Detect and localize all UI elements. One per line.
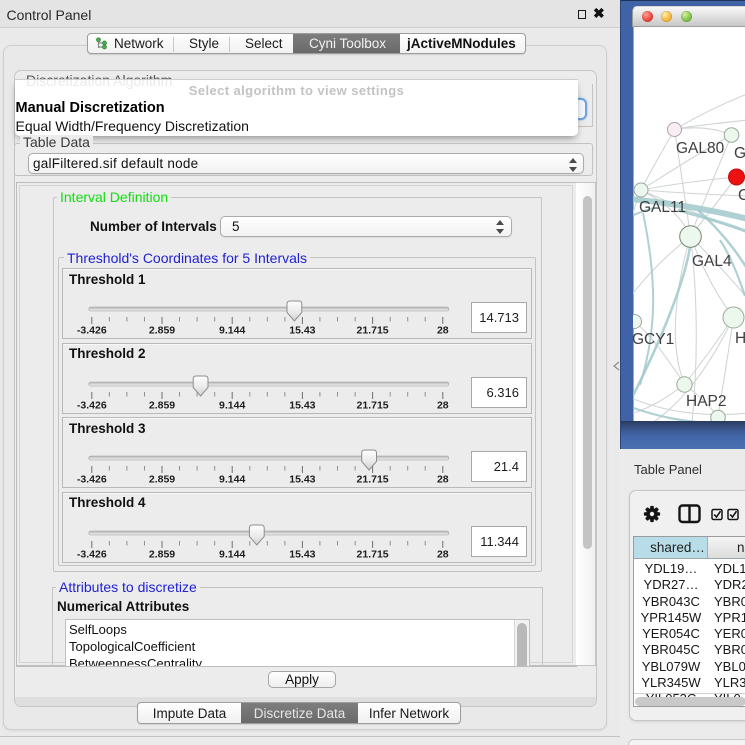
svg-text:9.144: 9.144 — [219, 399, 245, 411]
svg-text:GAL11: GAL11 — [639, 199, 686, 216]
svg-text:9.144: 9.144 — [219, 474, 245, 486]
svg-text:21.715: 21.715 — [357, 548, 389, 560]
svg-text:HAP2: HAP2 — [686, 393, 727, 410]
svg-text:28: 28 — [437, 325, 449, 337]
svg-text:HA: HA — [735, 330, 745, 347]
svg-text:28: 28 — [437, 399, 449, 411]
svg-text:GAL4: GAL4 — [692, 253, 732, 270]
svg-text:15.43: 15.43 — [289, 548, 315, 560]
svg-text:-3.426: -3.426 — [77, 325, 107, 337]
svg-text:15.43: 15.43 — [289, 325, 315, 337]
svg-text:15.43: 15.43 — [289, 399, 315, 411]
svg-text:-3.426: -3.426 — [77, 474, 107, 486]
svg-text:-3.426: -3.426 — [77, 399, 107, 411]
svg-text:21.715: 21.715 — [357, 474, 389, 486]
svg-text:2.859: 2.859 — [149, 548, 175, 560]
svg-text:2.859: 2.859 — [149, 399, 175, 411]
svg-text:-3.426: -3.426 — [77, 548, 107, 560]
svg-text:2.859: 2.859 — [149, 474, 175, 486]
svg-text:15.43: 15.43 — [289, 474, 315, 486]
svg-text:21.715: 21.715 — [357, 399, 389, 411]
svg-text:28: 28 — [437, 474, 449, 486]
svg-text:28: 28 — [437, 548, 449, 560]
svg-text:2.859: 2.859 — [149, 325, 175, 337]
svg-text:9.144: 9.144 — [219, 548, 245, 560]
svg-text:GA: GA — [734, 145, 745, 162]
svg-text:GCY1: GCY1 — [633, 331, 674, 348]
svg-text:21.715: 21.715 — [357, 325, 389, 337]
svg-text:GAL80: GAL80 — [676, 140, 725, 157]
svg-text:9.144: 9.144 — [219, 325, 245, 337]
svg-text:CY: CY — [738, 187, 745, 204]
